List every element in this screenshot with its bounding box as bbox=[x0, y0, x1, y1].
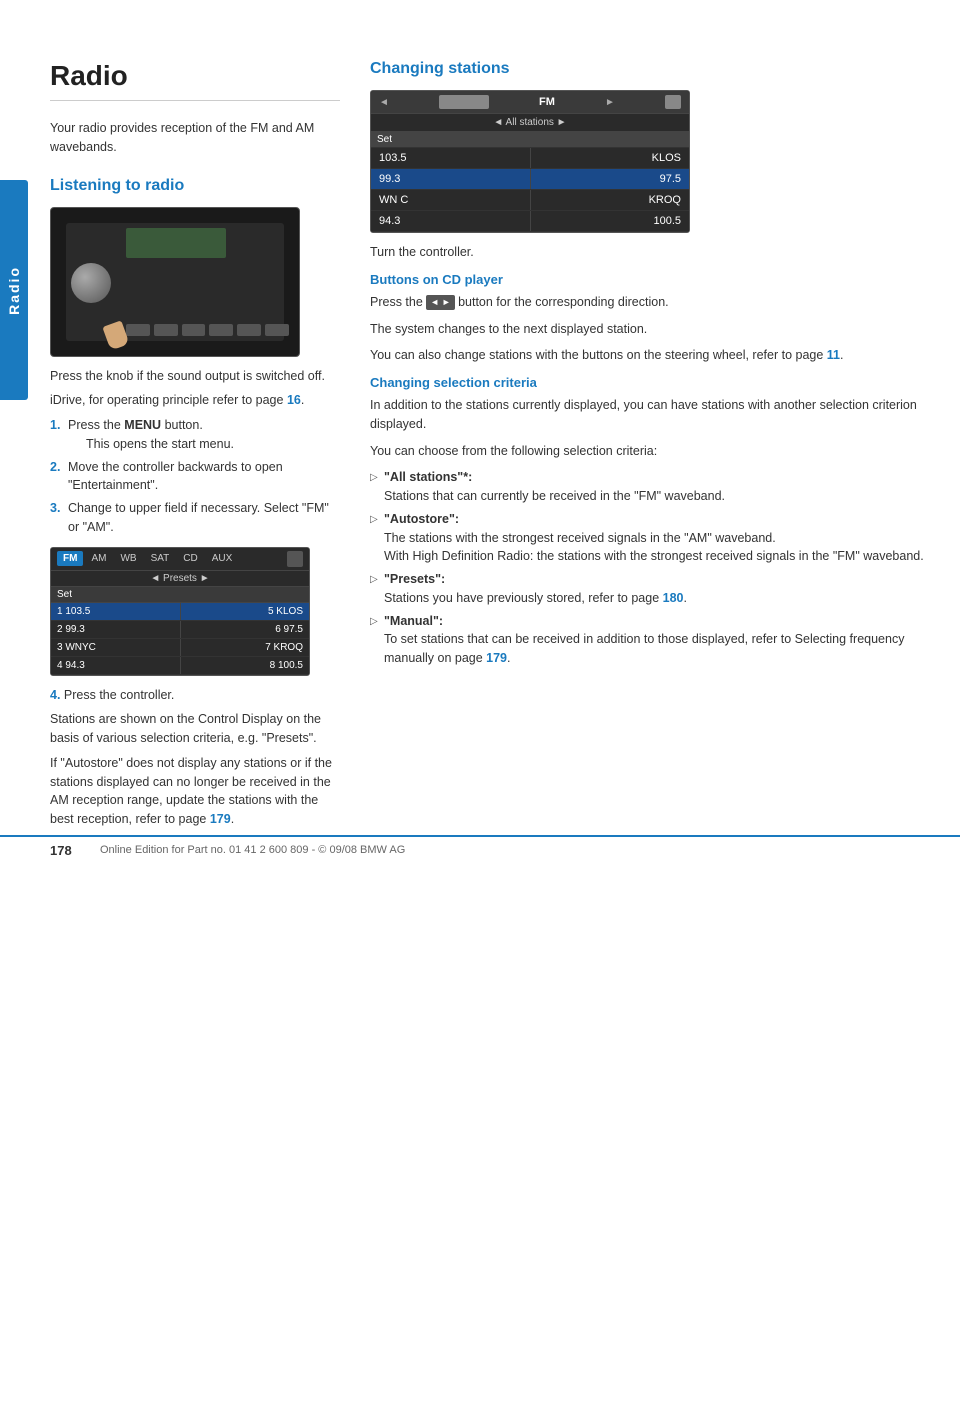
radio-btn-4 bbox=[209, 324, 233, 336]
cs-station-3: WN C KROQ bbox=[371, 190, 689, 211]
tab-cd[interactable]: CD bbox=[177, 551, 203, 566]
radio-btn-1 bbox=[126, 324, 150, 336]
left-column: Radio Your radio provides reception of t… bbox=[50, 60, 340, 835]
changing-selection-title: Changing selection criteria bbox=[370, 375, 930, 390]
radio-head-unit-image bbox=[50, 207, 300, 357]
buttons-cd-title: Buttons on CD player bbox=[370, 272, 930, 287]
cs-header: ◄ FM ► bbox=[371, 91, 689, 114]
menu-presets: ◄ Presets ► bbox=[51, 571, 309, 587]
station-row-1: 1 103.5 5 KLOS bbox=[51, 603, 309, 621]
footer-text: Online Edition for Part no. 01 41 2 600 … bbox=[100, 844, 405, 856]
radio-btn-3 bbox=[182, 324, 206, 336]
changing-selection-para2: You can choose from the following select… bbox=[370, 442, 930, 461]
tab-sat[interactable]: SAT bbox=[145, 551, 176, 566]
menu-icon-right bbox=[287, 551, 303, 567]
step-1: 1. Press the MENU button. This opens the… bbox=[50, 416, 340, 454]
page-title: Radio bbox=[50, 60, 340, 101]
tab-aux[interactable]: AUX bbox=[206, 551, 239, 566]
turn-controller-text: Turn the controller. bbox=[370, 243, 930, 262]
buttons-cd-text2: The system changes to the next displayed… bbox=[370, 320, 930, 339]
radio-btn-2 bbox=[154, 324, 178, 336]
tab-am[interactable]: AM bbox=[85, 551, 112, 566]
menu-set-row: Set bbox=[51, 587, 309, 603]
criteria-presets: "Presets": Stations you have previously … bbox=[370, 570, 930, 608]
cd-button-icon: ◄ ► bbox=[426, 295, 454, 311]
steps-list: 1. Press the MENU button. This opens the… bbox=[50, 416, 340, 537]
side-tab-label: Radio bbox=[6, 266, 22, 315]
cs-station-1: 103.5 KLOS bbox=[371, 148, 689, 169]
tab-wb[interactable]: WB bbox=[114, 551, 142, 566]
cs-allstations: ◄ All stations ► bbox=[371, 114, 689, 132]
step-3: 3. Change to upper field if necessary. S… bbox=[50, 499, 340, 537]
side-tab: Radio bbox=[0, 180, 28, 400]
idrive-ref: iDrive, for operating principle refer to… bbox=[50, 391, 340, 410]
changing-selection-para1: In addition to the stations currently di… bbox=[370, 396, 930, 434]
main-content: Radio Your radio provides reception of t… bbox=[50, 60, 930, 835]
criteria-manual: "Manual": To set stations that can be re… bbox=[370, 612, 930, 668]
station-row-4: 4 94.3 8 100.5 bbox=[51, 657, 309, 675]
menu-screen: FM AM WB SAT CD AUX ◄ Presets ► Set 1 10… bbox=[50, 547, 310, 676]
changing-stations-screen: ◄ FM ► ◄ All stations ► Set 103.5 KLOS 9… bbox=[370, 90, 690, 233]
right-column: Changing stations ◄ FM ► ◄ All stations … bbox=[370, 60, 930, 835]
after-image-text: Press the knob if the sound output is sw… bbox=[50, 367, 340, 386]
buttons-cd-text1: Press the ◄ ► button for the correspondi… bbox=[370, 293, 930, 312]
radio-knob bbox=[71, 263, 111, 303]
cs-station-2: 99.3 97.5 bbox=[371, 169, 689, 190]
listening-to-radio-title: Listening to radio bbox=[50, 177, 340, 195]
footer: 178 Online Edition for Part no. 01 41 2 … bbox=[0, 835, 960, 864]
criteria-autostore: "Autostore": The stations with the stron… bbox=[370, 510, 930, 566]
radio-btn-6 bbox=[265, 324, 289, 336]
radio-display bbox=[126, 228, 226, 258]
changing-stations-title: Changing stations bbox=[370, 60, 930, 78]
band-bar bbox=[439, 95, 489, 109]
selection-criteria-list: "All stations"*: Stations that can curre… bbox=[370, 468, 930, 668]
step-4: 4. Press the controller. bbox=[50, 686, 340, 705]
autostore-para: If "Autostore" does not display any stat… bbox=[50, 754, 340, 829]
cs-station-4: 94.3 100.5 bbox=[371, 211, 689, 232]
criteria-all-stations: "All stations"*: Stations that can curre… bbox=[370, 468, 930, 506]
stations-para: Stations are shown on the Control Displa… bbox=[50, 710, 340, 748]
menu-tabs: FM AM WB SAT CD AUX bbox=[57, 551, 238, 566]
radio-btn-5 bbox=[237, 324, 261, 336]
intro-text: Your radio provides reception of the FM … bbox=[50, 119, 340, 157]
station-row-3: 3 WNYC 7 KROQ bbox=[51, 639, 309, 657]
step-2: 2. Move the controller backwards to open… bbox=[50, 458, 340, 496]
radio-buttons-row bbox=[126, 324, 289, 336]
cs-set-row: Set bbox=[371, 132, 689, 148]
cs-icon bbox=[665, 95, 681, 109]
buttons-cd-text3: You can also change stations with the bu… bbox=[370, 346, 930, 365]
station-row-2: 2 99.3 6 97.5 bbox=[51, 621, 309, 639]
tab-fm[interactable]: FM bbox=[57, 551, 83, 566]
menu-header: FM AM WB SAT CD AUX bbox=[51, 548, 309, 571]
page-number: 178 bbox=[50, 843, 80, 858]
